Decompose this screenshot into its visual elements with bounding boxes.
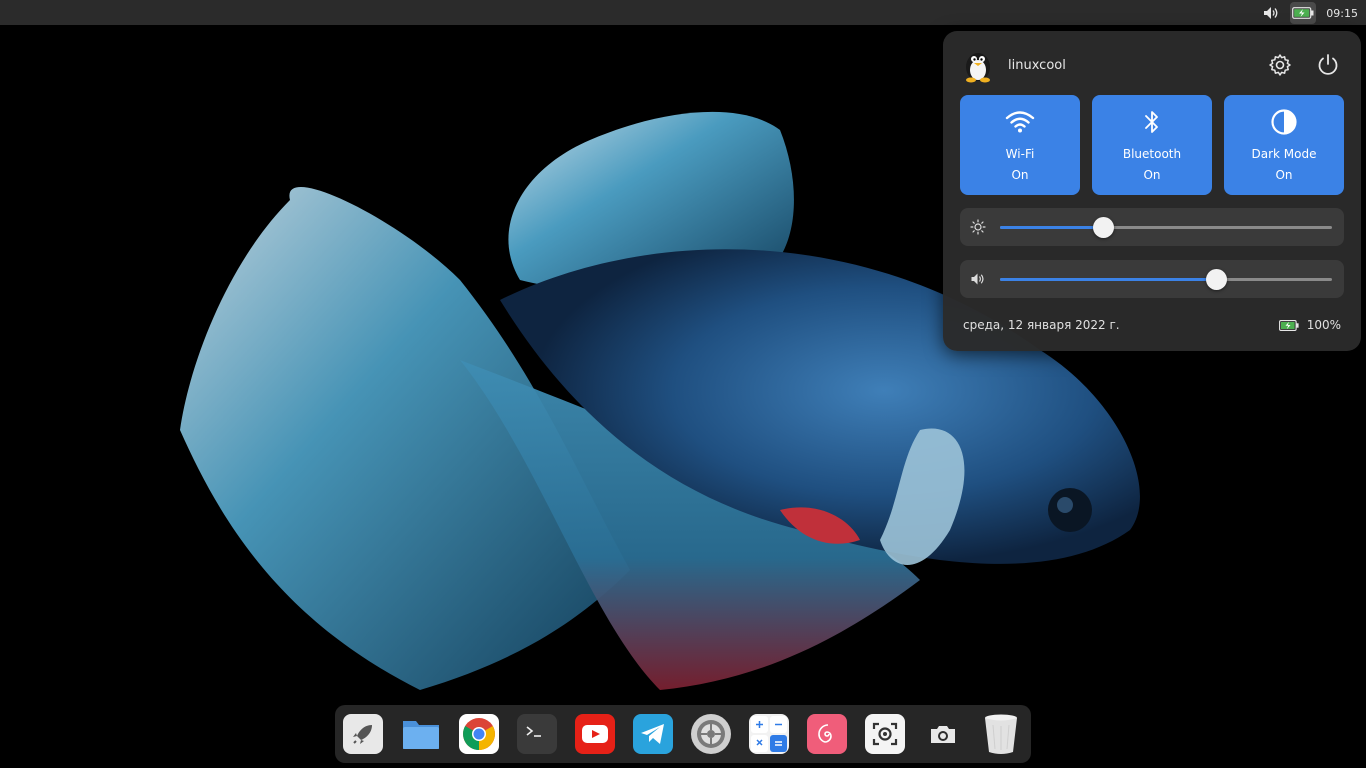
panel-footer: среда, 12 января 2022 г. 100% [963, 315, 1341, 335]
wifi-label: Wi-Fi [1005, 147, 1035, 161]
calculator-icon [751, 716, 787, 752]
top-panel: 09:15 [0, 0, 1366, 25]
brightness-knob[interactable] [1092, 217, 1114, 238]
quick-toggles: Wi-Fi On Bluetooth On Dark Mode On [960, 95, 1344, 195]
username: linuxcool [1008, 57, 1066, 73]
brightness-fill [1000, 226, 1103, 229]
brightness-icon [970, 219, 986, 235]
volume-slider-row [960, 260, 1344, 298]
dock-app-trash[interactable] [981, 714, 1021, 754]
brightness-slider-row [960, 208, 1344, 246]
system-tray: 09:15 [1258, 2, 1358, 24]
dock-app-telegram[interactable] [633, 714, 673, 754]
desktop: 09:15 linuxcool Wi-Fi On Bluetooth On Da… [0, 0, 1366, 768]
battery-tray-button[interactable] [1290, 2, 1317, 24]
folder-icon [403, 721, 439, 749]
dock-app-chrome[interactable] [459, 714, 499, 754]
date-label: среда, 12 января 2022 г. [963, 318, 1120, 332]
dock-app-screenshot[interactable] [865, 714, 905, 754]
bluetooth-label: Bluetooth [1122, 147, 1182, 161]
brightness-track[interactable] [1000, 217, 1332, 238]
volume-track[interactable] [1000, 269, 1332, 290]
battery-charging-icon [1292, 7, 1314, 19]
volume-icon [1264, 7, 1278, 19]
dark-mode-label: Dark Mode [1251, 147, 1317, 161]
camera-icon [931, 726, 955, 743]
tux-avatar[interactable] [960, 47, 996, 83]
wifi-toggle[interactable]: Wi-Fi On [960, 95, 1080, 195]
volume-fill [1000, 278, 1216, 281]
youtube-icon [582, 725, 608, 743]
dock [335, 705, 1031, 763]
power-button[interactable] [1312, 49, 1344, 81]
dock-app-terminal[interactable] [517, 714, 557, 754]
dock-app-youtube[interactable] [575, 714, 615, 754]
rocket-icon [353, 725, 372, 744]
bluetooth-toggle[interactable]: Bluetooth On [1092, 95, 1212, 195]
user-row: linuxcool [960, 47, 1344, 83]
dock-app-camera[interactable] [923, 714, 963, 754]
bluetooth-icon [1145, 111, 1158, 133]
power-icon [1318, 54, 1338, 75]
terminal-icon [526, 726, 541, 737]
dock-app-files[interactable] [401, 714, 441, 754]
control-center-panel: linuxcool Wi-Fi On Bluetooth On Dark Mod… [943, 31, 1361, 351]
dark-mode-toggle[interactable]: Dark Mode On [1224, 95, 1344, 195]
volume-icon [971, 273, 984, 285]
clock[interactable]: 09:15 [1326, 7, 1358, 20]
debian-swirl-icon [818, 724, 832, 743]
wifi-state: On [1011, 168, 1029, 182]
chrome-icon [463, 718, 495, 750]
battery-charging-icon [1278, 319, 1299, 331]
dock-app-launcher[interactable] [343, 714, 383, 754]
dark-mode-state: On [1275, 168, 1293, 182]
settings-button[interactable] [1264, 49, 1296, 81]
volume-tray-button[interactable] [1258, 2, 1284, 24]
battery-status[interactable]: 100% [1278, 318, 1341, 332]
battery-percent: 100% [1306, 318, 1341, 332]
settings-icon [1269, 54, 1291, 76]
dock-app-settings[interactable] [691, 714, 731, 754]
gear-icon [697, 720, 725, 748]
dock-app-debian[interactable] [807, 714, 847, 754]
bluetooth-state: On [1143, 168, 1161, 182]
trash-icon [985, 714, 1017, 754]
dock-app-calculator[interactable] [749, 714, 789, 754]
screenshot-icon [872, 722, 898, 746]
telegram-icon [641, 724, 664, 744]
contrast-icon [1271, 109, 1297, 135]
wifi-icon [1005, 111, 1035, 133]
volume-knob[interactable] [1205, 269, 1227, 290]
